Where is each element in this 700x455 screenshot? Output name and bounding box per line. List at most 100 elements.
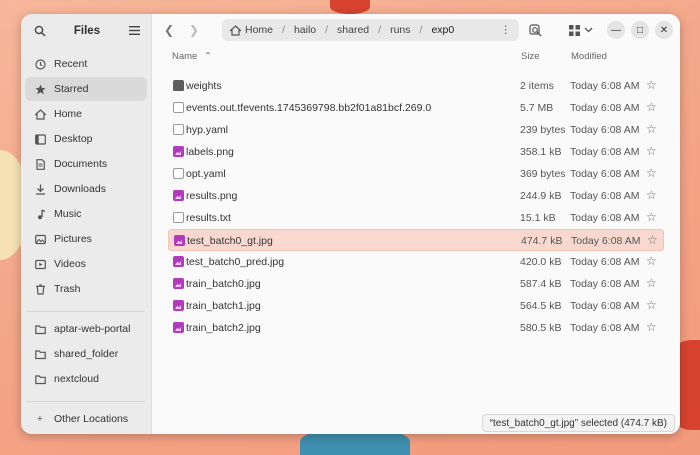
file-name: results.png xyxy=(186,190,238,202)
video-icon xyxy=(33,259,47,270)
column-modified[interactable]: Modified xyxy=(571,51,607,62)
image-file-icon xyxy=(173,190,184,201)
file-modified: Today 6:08 AM xyxy=(570,256,640,268)
star-toggle-icon[interactable]: ☆ xyxy=(646,210,657,224)
maximize-icon[interactable]: □ xyxy=(631,21,649,39)
sidebar-bookmarks: aptar-web-portal shared_folder nextcloud xyxy=(21,317,151,396)
breadcrumb-separator: / xyxy=(282,24,285,36)
sidebar-item-shared-folder[interactable]: shared_folder xyxy=(25,342,147,366)
sidebar-item-music[interactable]: Music xyxy=(25,202,147,226)
file-name: train_batch0.jpg xyxy=(186,278,261,290)
star-toggle-icon[interactable]: ☆ xyxy=(646,298,657,312)
file-row[interactable]: results.txt 15.1 kB Today 6:08 AM ☆ xyxy=(168,207,664,229)
column-name[interactable]: Name ⌃ xyxy=(172,51,212,62)
file-name: train_batch2.jpg xyxy=(186,322,261,334)
image-file-icon xyxy=(173,256,184,267)
star-toggle-icon[interactable]: ☆ xyxy=(646,166,657,180)
file-row[interactable]: opt.yaml 369 bytes Today 6:08 AM ☆ xyxy=(168,163,664,185)
file-row[interactable]: events.out.tfevents.1745369798.bb2f01a81… xyxy=(168,97,664,119)
file-name: train_batch1.jpg xyxy=(186,300,261,312)
sidebar-divider xyxy=(27,401,145,402)
file-size: 358.1 kB xyxy=(520,146,562,158)
sidebar-item-label: Trash xyxy=(54,283,81,295)
forward-icon[interactable]: ❯ xyxy=(185,21,203,39)
file-name: labels.png xyxy=(186,146,234,158)
star-toggle-icon[interactable]: ☆ xyxy=(646,122,657,136)
file-modified: Today 6:08 AM xyxy=(570,146,640,158)
star-toggle-icon[interactable]: ☆ xyxy=(646,276,657,290)
sidebar-item-documents[interactable]: Documents xyxy=(25,152,147,176)
star-toggle-icon[interactable]: ☆ xyxy=(646,320,657,334)
file-modified: Today 6:08 AM xyxy=(570,278,640,290)
trash-icon xyxy=(33,283,47,295)
home-icon xyxy=(33,108,47,120)
file-row[interactable]: weights 2 items Today 6:08 AM ☆ xyxy=(168,75,664,97)
sidebar-item-home[interactable]: Home xyxy=(25,102,147,126)
home-icon xyxy=(230,24,241,36)
back-icon[interactable]: ❮ xyxy=(160,21,178,39)
sidebar-item-pictures[interactable]: Pictures xyxy=(25,227,147,251)
star-toggle-icon[interactable]: ☆ xyxy=(646,254,657,268)
sidebar-divider xyxy=(27,311,145,312)
star-toggle-icon[interactable]: ☆ xyxy=(646,144,657,158)
sidebar-item-starred[interactable]: Starred xyxy=(25,77,147,101)
desktop-icon xyxy=(33,133,47,145)
file-modified: Today 6:08 AM xyxy=(570,190,640,202)
file-row[interactable]: train_batch2.jpg 580.5 kB Today 6:08 AM ☆ xyxy=(168,317,664,339)
sidebar-item-desktop[interactable]: Desktop xyxy=(25,127,147,151)
main-pane: ❮ ❯ Home / hailo / shared / runs / exp0 ⋮ — □ ✕ N… xyxy=(152,14,680,434)
sidebar-item-videos[interactable]: Videos xyxy=(25,252,147,276)
star-toggle-icon[interactable]: ☆ xyxy=(646,100,657,114)
status-overlay: “test_batch0_gt.jpg” selected (474.7 kB) xyxy=(481,414,675,432)
sidebar-item-downloads[interactable]: Downloads xyxy=(25,177,147,201)
file-size: 5.7 MB xyxy=(520,102,554,114)
sidebar: Files Recent Starred Home Desktop Documents D… xyxy=(21,14,152,434)
minimize-icon[interactable]: — xyxy=(607,21,625,39)
picture-icon xyxy=(33,234,47,245)
sidebar-item-trash[interactable]: Trash xyxy=(25,277,147,301)
image-file-icon xyxy=(173,146,184,157)
close-icon[interactable]: ✕ xyxy=(655,21,673,39)
file-name: events.out.tfevents.1745369798.bb2f01a81… xyxy=(186,102,432,114)
file-modified: Today 6:08 AM xyxy=(570,124,640,136)
column-size[interactable]: Size xyxy=(521,51,539,62)
text-file-icon xyxy=(173,102,184,113)
files-window: Files Recent Starred Home Desktop Documents D… xyxy=(21,14,680,434)
sidebar-item-label: Pictures xyxy=(54,233,92,245)
hamburger-menu-icon[interactable] xyxy=(125,22,143,40)
file-row[interactable]: train_batch0.jpg 587.4 kB Today 6:08 AM ☆ xyxy=(168,273,664,295)
star-toggle-icon[interactable]: ☆ xyxy=(647,233,658,247)
file-size: 580.5 kB xyxy=(520,322,562,334)
path-menu-icon[interactable]: ⋮ xyxy=(501,24,512,36)
breadcrumb-item[interactable]: Home / xyxy=(230,24,294,36)
file-row[interactable]: train_batch1.jpg 564.5 kB Today 6:08 AM ☆ xyxy=(168,295,664,317)
sidebar-other: + Other Locations xyxy=(21,407,151,434)
file-row[interactable]: hyp.yaml 239 bytes Today 6:08 AM ☆ xyxy=(168,119,664,141)
star-toggle-icon[interactable]: ☆ xyxy=(646,78,657,92)
search-icon[interactable] xyxy=(31,22,49,40)
download-icon xyxy=(33,184,47,195)
text-file-icon xyxy=(173,124,184,135)
sidebar-item-label: nextcloud xyxy=(54,373,99,385)
sidebar-item-aptar-web-portal[interactable]: aptar-web-portal xyxy=(25,317,147,341)
breadcrumb-item[interactable]: shared / xyxy=(337,24,390,36)
sidebar-item-label: Starred xyxy=(54,83,89,95)
file-row[interactable]: test_batch0_pred.jpg 420.0 kB Today 6:08 A… xyxy=(168,251,664,273)
file-name: results.txt xyxy=(186,212,231,224)
file-row[interactable]: results.png 244.9 kB Today 6:08 AM ☆ xyxy=(168,185,664,207)
sidebar-item-recent[interactable]: Recent xyxy=(25,52,147,76)
sidebar-header: Files xyxy=(21,14,151,47)
file-row[interactable]: test_batch0_gt.jpg 474.7 kB Today 6:08 AM ☆ xyxy=(168,229,664,251)
search-in-folder-icon[interactable] xyxy=(525,20,545,40)
sidebar-item-other-locations[interactable]: + Other Locations xyxy=(25,407,147,431)
breadcrumb-item[interactable]: exp0 xyxy=(431,24,454,36)
breadcrumb-item[interactable]: runs / xyxy=(390,24,431,36)
app-title: Files xyxy=(73,24,101,37)
breadcrumb-item[interactable]: hailo / xyxy=(294,24,337,36)
sidebar-item-label: shared_folder xyxy=(54,348,119,360)
chevron-down-icon[interactable] xyxy=(581,20,595,40)
sidebar-item-label: aptar-web-portal xyxy=(54,323,131,335)
file-row[interactable]: labels.png 358.1 kB Today 6:08 AM ☆ xyxy=(168,141,664,163)
sidebar-item-nextcloud[interactable]: nextcloud xyxy=(25,367,147,391)
star-toggle-icon[interactable]: ☆ xyxy=(646,188,657,202)
